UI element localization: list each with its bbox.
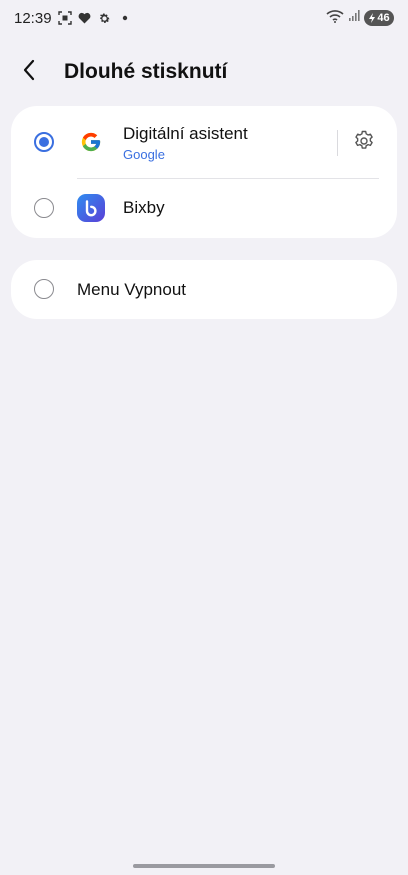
google-option-sublabel: Google [123, 147, 165, 162]
bixby-option-text: Bixby [123, 197, 165, 219]
battery-level: 46 [377, 12, 390, 24]
power-menu-card: Menu Vypnout [11, 260, 397, 319]
battery-icon: 46 [364, 10, 394, 26]
google-option-text: Digitální asistent Google [123, 123, 248, 164]
option-google-assistant[interactable]: Digitální asistent Google [11, 106, 397, 178]
settings-small-icon [98, 11, 112, 25]
gear-icon [352, 129, 376, 158]
option-bixby[interactable]: Bixby [11, 178, 397, 238]
wifi-icon [326, 9, 344, 28]
heart-icon [78, 11, 92, 25]
google-option-label: Digitální asistent [123, 124, 248, 143]
power-menu-option-label: Menu Vypnout [77, 280, 186, 299]
status-bar: 12:39 46 [0, 0, 408, 36]
screenshot-icon [57, 11, 72, 25]
status-time: 12:39 [14, 9, 52, 27]
page-title: Dlouhé stisknutí [64, 60, 228, 83]
bixby-logo-icon [77, 194, 105, 222]
navigation-gesture-handle[interactable] [133, 864, 275, 868]
back-button[interactable] [22, 52, 66, 92]
back-arrow-icon [22, 59, 36, 86]
radio-bixby[interactable] [34, 198, 54, 218]
dot-icon [118, 11, 132, 25]
assistant-options-card: Digitální asistent Google Bixby [11, 106, 397, 238]
radio-google-selected[interactable] [34, 132, 54, 152]
header: Dlouhé stisknutí [0, 52, 408, 92]
assistant-settings-button[interactable] [349, 128, 379, 158]
vertical-divider [337, 130, 338, 156]
status-left: 12:39 [14, 10, 132, 27]
radio-power-menu[interactable] [34, 279, 54, 299]
google-logo-icon [77, 128, 105, 156]
option-power-menu[interactable]: Menu Vypnout [11, 260, 397, 319]
power-menu-option-text: Menu Vypnout [77, 279, 186, 301]
bixby-option-label: Bixby [123, 198, 165, 217]
status-right: 46 [326, 9, 394, 28]
signal-icon [348, 9, 360, 27]
